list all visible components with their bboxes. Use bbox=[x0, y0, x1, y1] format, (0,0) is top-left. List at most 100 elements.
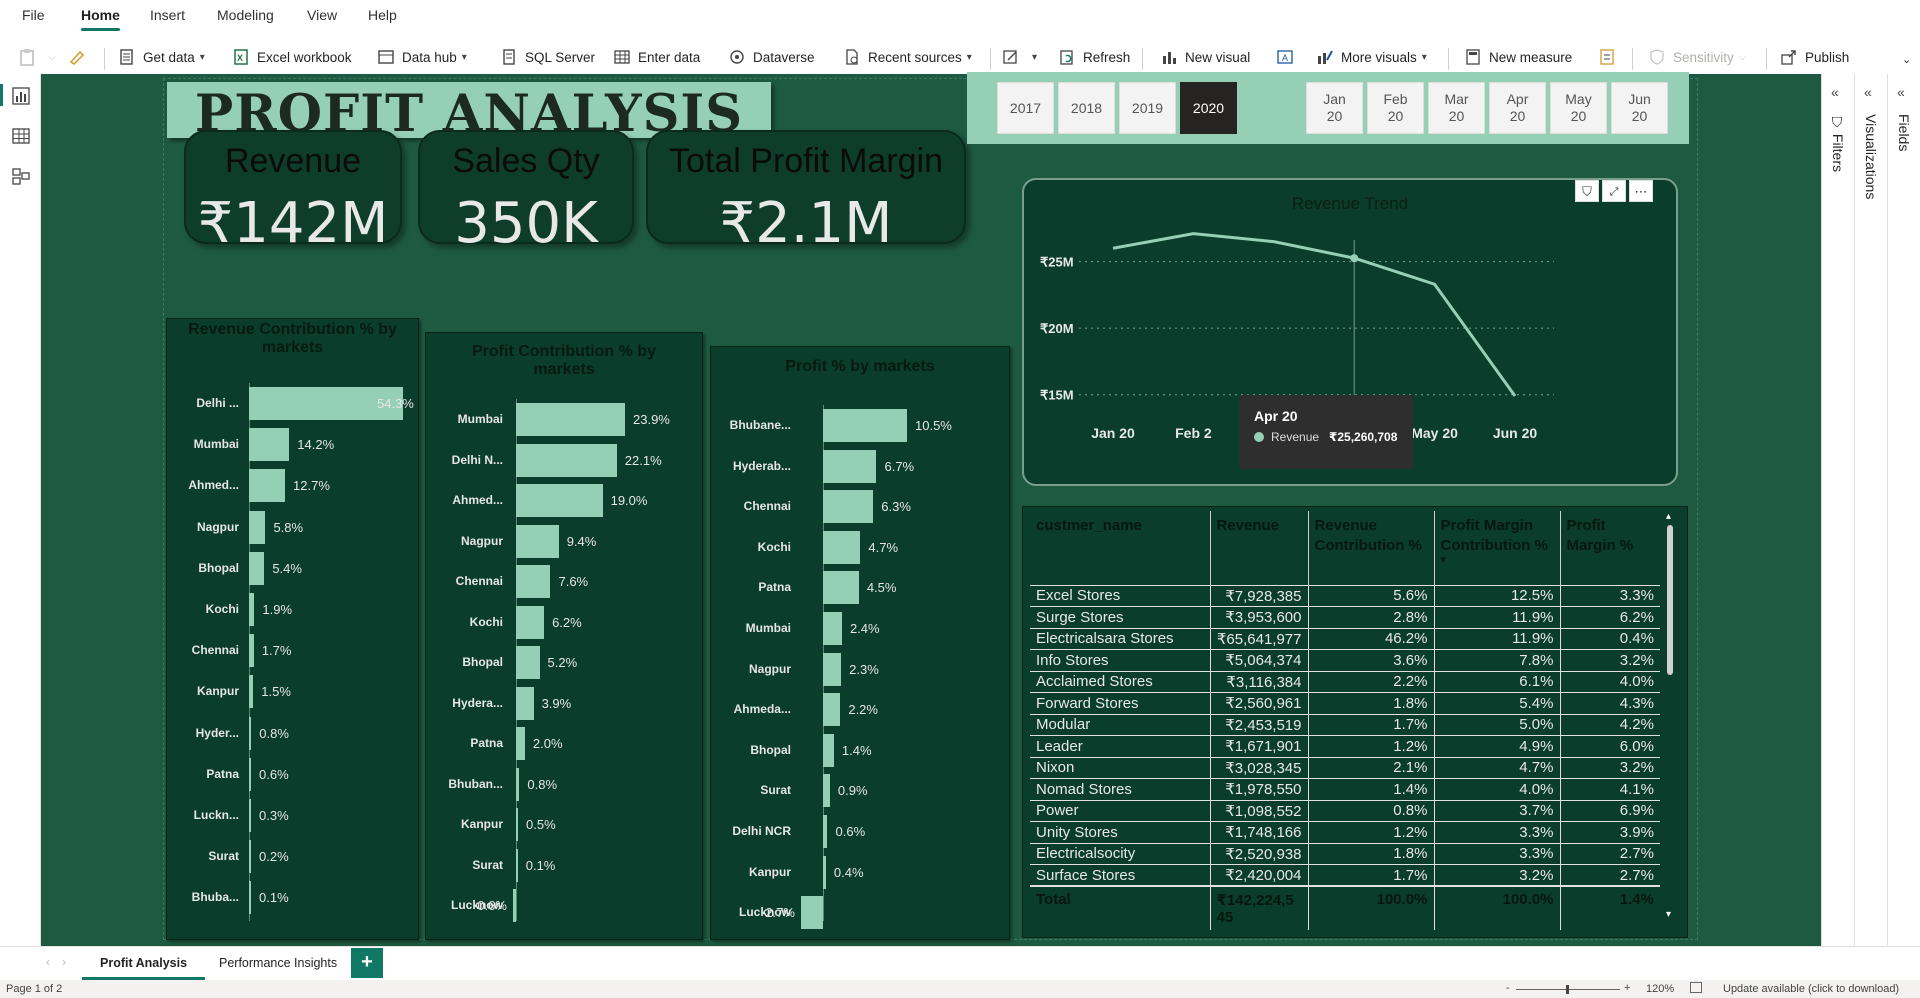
table-row[interactable]: Surge Stores ₹3,953,600 2.8% 11.9% 6.2% bbox=[1030, 606, 1660, 628]
report-view-icon[interactable] bbox=[11, 86, 31, 106]
update-notice[interactable]: Update available (click to download) bbox=[1723, 983, 1899, 995]
bar[interactable] bbox=[822, 733, 834, 767]
column-header[interactable]: Profit Margin % bbox=[1559, 511, 1660, 585]
bar[interactable] bbox=[249, 675, 254, 709]
bar-row[interactable]: Bhuba... 0.1% bbox=[167, 881, 418, 915]
table-row[interactable]: Leader ₹1,671,901 1.2% 4.9% 6.0% bbox=[1030, 735, 1660, 757]
menu-view[interactable]: View bbox=[307, 7, 337, 23]
bar[interactable] bbox=[515, 686, 534, 720]
bar[interactable] bbox=[822, 449, 877, 483]
bar-row[interactable]: Nagpur 5.8% bbox=[167, 510, 418, 544]
bar-row[interactable]: Kochi 4.7% bbox=[711, 530, 1009, 564]
bar-row[interactable]: Kanpur 1.5% bbox=[167, 675, 418, 709]
zoom-out-icon[interactable]: - bbox=[1506, 982, 1510, 994]
filters-pane[interactable]: « ⛉ Filters bbox=[1821, 74, 1854, 946]
expand-chevron-icon[interactable]: « bbox=[1897, 84, 1905, 100]
text-box-button[interactable]: A bbox=[1276, 46, 1301, 68]
expand-chevron-icon[interactable]: « bbox=[1831, 84, 1839, 100]
table-row[interactable]: Nomad Stores ₹1,978,550 1.4% 4.0% 4.1% bbox=[1030, 778, 1660, 800]
bar-row[interactable]: Bhopal 5.2% bbox=[426, 646, 702, 679]
bar[interactable] bbox=[822, 490, 874, 524]
bar-row[interactable]: Surat 0.9% bbox=[711, 774, 1009, 808]
table-row[interactable]: Electricalsara Stores ₹65,641,977 46.2% 11.… bbox=[1030, 627, 1660, 650]
table-view-icon[interactable] bbox=[11, 126, 31, 146]
table-row[interactable]: Unity Stores ₹1,748,166 1.2% 3.3% 3.9% bbox=[1030, 821, 1660, 843]
ribbon-collapse-icon[interactable]: ⌄ bbox=[1902, 48, 1911, 70]
bar[interactable] bbox=[249, 469, 286, 503]
bar[interactable] bbox=[249, 428, 290, 462]
month-apr-button[interactable]: Apr 20 bbox=[1489, 82, 1546, 134]
bar-row[interactable]: Bhopal 1.4% bbox=[711, 733, 1009, 767]
bar-row[interactable]: Bhuban... 0.8% bbox=[426, 767, 702, 801]
bar-row[interactable]: Nagpur 9.4% bbox=[426, 524, 702, 558]
bar-row[interactable]: Patna 4.5% bbox=[711, 571, 1009, 605]
bar[interactable] bbox=[515, 808, 519, 841]
bar[interactable] bbox=[249, 840, 251, 874]
table-row[interactable]: Modular ₹2,453,519 1.7% 5.0% 4.2% bbox=[1030, 713, 1660, 736]
sensitivity-button[interactable]: Sensitivity ⌵ bbox=[1648, 46, 1746, 68]
zoom-in-icon[interactable]: + bbox=[1624, 982, 1630, 994]
bar-row[interactable]: Kanpur 0.4% bbox=[711, 855, 1009, 889]
table-row[interactable]: Power ₹1,098,552 0.8% 3.7% 6.9% bbox=[1030, 799, 1660, 822]
bar-row[interactable]: Mumbai 23.9% bbox=[426, 403, 702, 436]
bar[interactable] bbox=[249, 799, 251, 832]
bar-row[interactable]: Bhopal 5.4% bbox=[167, 551, 418, 585]
bar-row[interactable]: Delhi N... 22.1% bbox=[426, 443, 702, 477]
paste-button[interactable]: ⌵ bbox=[18, 46, 56, 68]
recent-sources-button[interactable]: Recent sources ▾ bbox=[843, 46, 972, 68]
bar-row[interactable]: Kochi 6.2% bbox=[426, 605, 702, 639]
column-header[interactable]: Revenue bbox=[1209, 511, 1308, 585]
bar-row[interactable]: Luckn... 0.3% bbox=[167, 799, 418, 832]
bar-row[interactable]: Surat 0.1% bbox=[426, 848, 702, 882]
table-row[interactable]: Surface Stores ₹2,420,004 1.7% 3.2% 2.7% bbox=[1030, 864, 1660, 886]
sql-server-button[interactable]: SQL Server bbox=[500, 46, 595, 68]
bar-row[interactable]: Delhi NCR 0.6% bbox=[711, 815, 1009, 848]
kpi-card-total-profit-margin[interactable]: Total Profit Margin ₹2.1M bbox=[646, 130, 966, 256]
bar[interactable] bbox=[249, 881, 251, 915]
bar[interactable] bbox=[822, 652, 842, 686]
bar-row[interactable]: Delhi ... 54.3% bbox=[167, 387, 418, 420]
bar-row[interactable]: Hyderab... 6.7% bbox=[711, 449, 1009, 483]
bar-row[interactable]: Hydera... 3.9% bbox=[426, 686, 702, 720]
tab-performance-insights[interactable]: Performance Insights bbox=[201, 947, 355, 980]
bar[interactable] bbox=[249, 551, 265, 585]
bar-row[interactable]: Lucknow -0.6% bbox=[426, 889, 702, 922]
publish-button[interactable]: Publish bbox=[1780, 46, 1849, 68]
column-header[interactable]: Profit Margin Contribution % ▾ bbox=[1433, 511, 1560, 585]
month-mar-button[interactable]: Mar 20 bbox=[1428, 82, 1485, 134]
bar[interactable] bbox=[515, 727, 525, 760]
bar-row[interactable]: Ahmed... 19.0% bbox=[426, 484, 702, 517]
tab-profit-analysis[interactable]: Profit Analysis bbox=[82, 947, 206, 980]
bar-row[interactable]: Patna 0.6% bbox=[167, 757, 418, 791]
table-row[interactable]: Info Stores ₹5,064,374 3.6% 7.8% 3.2% bbox=[1030, 649, 1660, 671]
bar[interactable] bbox=[822, 855, 826, 889]
bar[interactable] bbox=[515, 848, 518, 882]
add-page-button[interactable]: + bbox=[351, 948, 383, 978]
menu-insert[interactable]: Insert bbox=[150, 7, 185, 23]
bar-row[interactable]: Surat 0.2% bbox=[167, 840, 418, 874]
excel-workbook-button[interactable]: X Excel workbook bbox=[232, 46, 352, 68]
menu-home[interactable]: Home bbox=[81, 7, 120, 31]
table-row[interactable]: Excel Stores ₹7,928,385 5.6% 12.5% 3.3% bbox=[1030, 584, 1660, 607]
bar[interactable] bbox=[249, 757, 251, 791]
data-hub-button[interactable]: Data hub ▾ bbox=[377, 46, 467, 68]
table-row[interactable]: Nixon ₹3,028,345 2.1% 4.7% 3.2% bbox=[1030, 756, 1660, 779]
bar-row[interactable]: Ahmeda... 2.2% bbox=[711, 693, 1009, 727]
bar-row[interactable]: Kanpur 0.5% bbox=[426, 808, 702, 841]
new-visual-button[interactable]: New visual bbox=[1160, 46, 1250, 68]
profit-percent-chart[interactable]: Profit % by markets Bhubane... 10.5% Hyder… bbox=[710, 346, 1010, 940]
bar[interactable] bbox=[822, 774, 830, 808]
bar-row[interactable]: Bhubane... 10.5% bbox=[711, 409, 1009, 442]
bar[interactable] bbox=[515, 646, 540, 679]
more-visuals-button[interactable]: More visuals ▾ bbox=[1316, 46, 1427, 68]
menu-modeling[interactable]: Modeling bbox=[217, 7, 274, 23]
fit-to-page-icon[interactable] bbox=[1690, 982, 1702, 993]
tab-scroll-left-icon[interactable]: ‹ bbox=[46, 955, 50, 969]
bar[interactable] bbox=[515, 484, 603, 517]
column-header[interactable]: Revenue Contribution % bbox=[1307, 511, 1434, 585]
enter-data-button[interactable]: Enter data bbox=[613, 46, 700, 68]
month-feb-button[interactable]: Feb 20 bbox=[1367, 82, 1424, 134]
bar[interactable] bbox=[515, 524, 559, 558]
bar[interactable] bbox=[822, 612, 842, 645]
bar[interactable] bbox=[515, 767, 520, 801]
